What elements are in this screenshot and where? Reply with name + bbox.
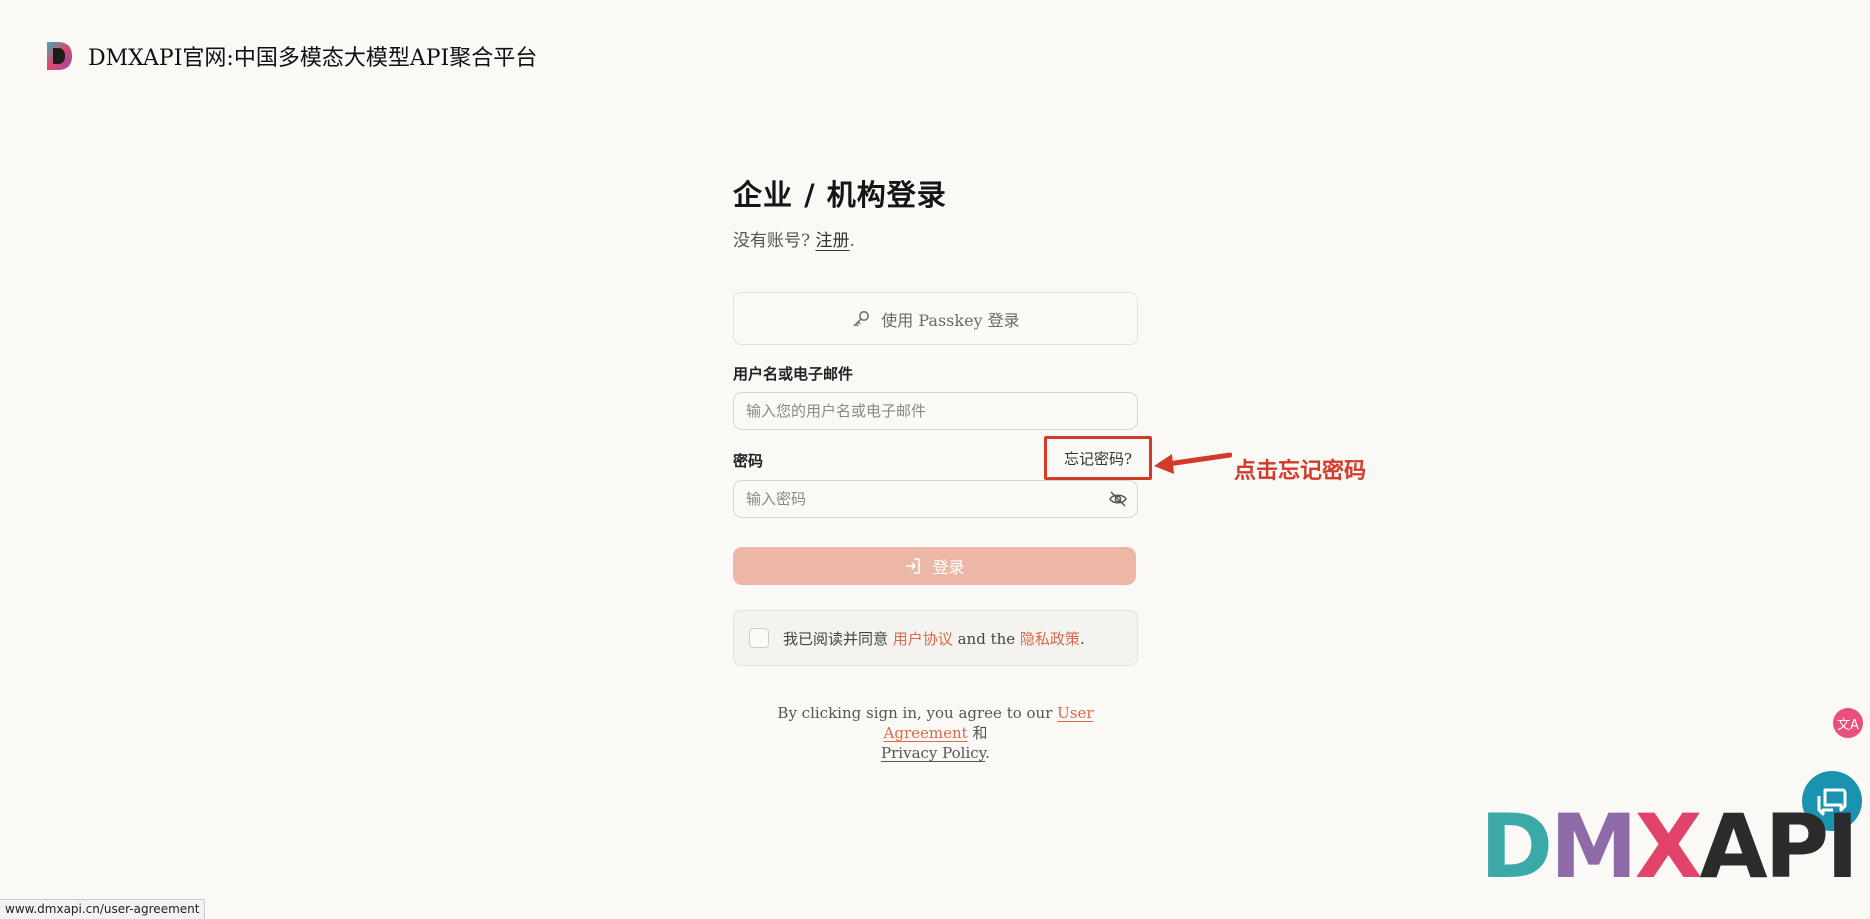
passkey-login-label: 使用 Passkey 登录	[881, 310, 1020, 330]
agreement-period: .	[1079, 629, 1085, 648]
disclaimer-and: 和	[972, 724, 988, 742]
site-header: DMXAPI官网:中国多模态大模型API聚合平台	[44, 40, 537, 72]
password-label: 密码	[733, 452, 764, 470]
sign-in-disclaimer: By clicking sign in, you agree to our Us…	[733, 703, 1138, 763]
passkey-login-button[interactable]: 使用 Passkey 登录	[733, 292, 1138, 345]
login-button[interactable]: 登录	[733, 547, 1136, 585]
watermark-letter: I	[1826, 795, 1859, 898]
privacy-policy-link[interactable]: 隐私政策	[1020, 630, 1080, 648]
dmxapi-d-logo-icon[interactable]	[44, 40, 74, 72]
watermark-letter: D	[1480, 795, 1553, 898]
login-button-label: 登录	[932, 558, 965, 577]
browser-status-url: www.dmxapi.cn/user-agreement	[0, 899, 206, 919]
agreement-checkbox[interactable]	[749, 628, 769, 648]
user-agreement-link[interactable]: 用户协议	[893, 630, 953, 648]
agreement-prefix: 我已阅读并同意	[783, 629, 889, 648]
log-in-icon	[906, 558, 921, 574]
username-input[interactable]	[733, 392, 1138, 430]
username-label: 用户名或电子邮件	[733, 365, 854, 383]
watermark-letter: A	[1699, 795, 1767, 898]
key-icon	[853, 310, 870, 327]
register-prompt-text: 没有账号?	[733, 231, 811, 251]
agreement-box: 我已阅读并同意 用户协议 and the 隐私政策.	[733, 610, 1138, 666]
agreement-text: 我已阅读并同意 用户协议 and the 隐私政策.	[783, 628, 1085, 649]
translate-icon[interactable]: 文A	[1833, 708, 1863, 738]
register-prompt: 没有账号? 注册.	[733, 226, 1138, 251]
eye-off-icon[interactable]	[1108, 489, 1128, 509]
password-field	[733, 480, 1138, 518]
register-prompt-period: .	[849, 231, 855, 251]
disclaimer-privacy-policy-link[interactable]: Privacy Policy	[881, 744, 985, 762]
site-title[interactable]: DMXAPI官网:中国多模态大模型API聚合平台	[88, 40, 537, 72]
forgot-password-link[interactable]: 忘记密码?	[1044, 436, 1152, 480]
page-title: 企业 / 机构登录	[733, 178, 947, 212]
annotation-arrow-icon	[1154, 452, 1232, 474]
login-panel: 企业 / 机构登录 没有账号? 注册. 使用 Passkey 登录 用户名或电子…	[733, 172, 1152, 763]
password-input[interactable]	[733, 480, 1138, 518]
annotation-label: 点击忘记密码	[1234, 459, 1367, 484]
watermark-letter: X	[1634, 795, 1703, 898]
watermark-letter: P	[1764, 795, 1829, 898]
password-label-row: 密码 忘记密码?	[733, 436, 1152, 480]
watermark-letter: M	[1550, 795, 1638, 898]
dmxapi-watermark-logo: DMXAPI	[1480, 803, 1859, 891]
agreement-and: and the	[957, 629, 1016, 648]
disclaimer-prefix: By clicking sign in, you agree to our	[777, 704, 1053, 722]
register-link[interactable]: 注册	[816, 231, 850, 251]
disclaimer-period: .	[985, 744, 990, 762]
